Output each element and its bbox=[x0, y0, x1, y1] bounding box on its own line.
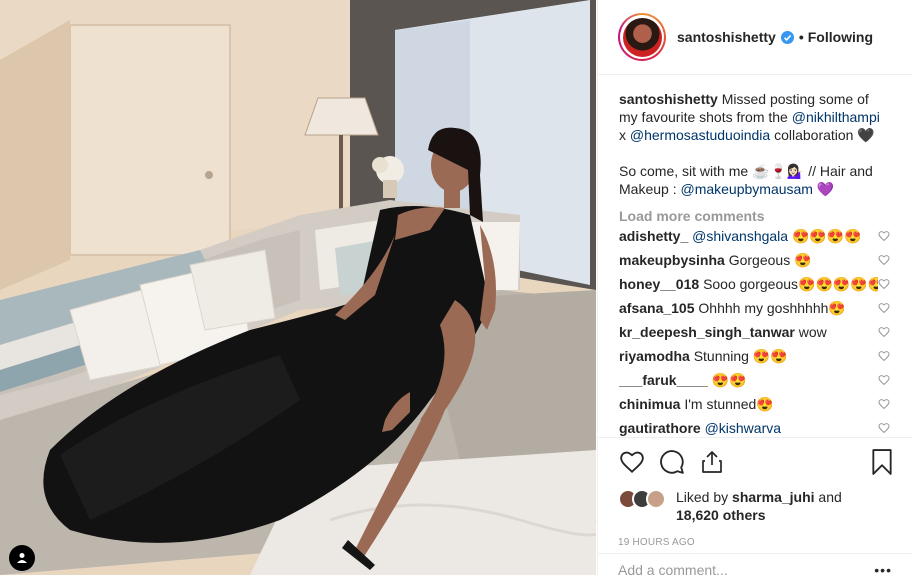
header-username[interactable]: santoshishetty bbox=[677, 29, 776, 45]
avatar bbox=[646, 489, 666, 509]
comment-item: makeupbysinha Gorgeous 😍 bbox=[619, 248, 890, 272]
comment-username[interactable]: ___faruk____ bbox=[619, 372, 708, 388]
comment-like-icon[interactable] bbox=[878, 422, 890, 434]
comment-username[interactable]: makeupbysinha bbox=[619, 252, 725, 268]
comment-text: Stunning 😍😍 bbox=[693, 347, 788, 364]
caption: santoshishetty Missed posting some of my… bbox=[619, 90, 890, 198]
comment-text: Sooo gorgeous😍😍😍😍😍😍 bbox=[703, 275, 878, 292]
comment-form: Add a comment... ••• bbox=[598, 553, 912, 575]
mention-link[interactable]: @hermosastuduoindia bbox=[630, 127, 770, 143]
comment-like-icon[interactable] bbox=[878, 374, 890, 386]
verified-badge-icon bbox=[780, 30, 794, 44]
comment-like-icon[interactable] bbox=[878, 230, 890, 242]
comment-text: I'm stunned😍 bbox=[684, 395, 774, 412]
comment-text: Ohhhh my goshhhhh😍 bbox=[698, 299, 846, 316]
post-photo[interactable] bbox=[0, 0, 596, 575]
comment-text: 😍😍 bbox=[711, 371, 747, 388]
action-bar bbox=[618, 448, 896, 476]
likes-count[interactable]: 18,620 others bbox=[676, 507, 766, 523]
post-image bbox=[0, 0, 596, 575]
heart-icon[interactable] bbox=[618, 448, 646, 476]
mention-link[interactable]: @makeupbymausam bbox=[680, 181, 813, 197]
following-button[interactable]: Following bbox=[808, 29, 873, 45]
comment-username[interactable]: chinimua bbox=[619, 396, 680, 412]
comments-list[interactable]: santoshishetty Missed posting some of my… bbox=[598, 76, 912, 437]
liked-by-user[interactable]: sharma_juhi bbox=[732, 489, 814, 505]
liker-avatars bbox=[618, 489, 668, 511]
caption-text: collaboration 🖤 bbox=[770, 127, 875, 143]
comment-item: riyamodha Stunning 😍😍 bbox=[619, 344, 890, 368]
avatar[interactable] bbox=[618, 13, 666, 61]
mention-link[interactable]: @kishwarva bbox=[705, 420, 781, 436]
comment-text: Gorgeous 😍 bbox=[728, 251, 812, 268]
comment-username[interactable]: riyamodha bbox=[619, 348, 690, 364]
comment-text: 😍😍😍😍 bbox=[788, 227, 862, 244]
liked-by-and: and bbox=[814, 489, 842, 505]
comment-username[interactable]: gautirathore bbox=[619, 420, 701, 436]
comment-item: ___faruk____ 😍😍 bbox=[619, 368, 890, 392]
comment-username[interactable]: afsana_105 bbox=[619, 300, 695, 316]
comment-text: wow bbox=[798, 324, 827, 340]
share-icon[interactable] bbox=[698, 448, 726, 476]
mention-link[interactable]: @shivanshgala bbox=[692, 228, 788, 244]
caption-text: 💜 bbox=[812, 181, 835, 197]
comment-bubble-icon[interactable] bbox=[658, 448, 686, 476]
comment-item: honey__018 Sooo gorgeous😍😍😍😍😍😍 bbox=[619, 272, 890, 296]
comment-username[interactable]: honey__018 bbox=[619, 276, 699, 292]
more-options-icon[interactable]: ••• bbox=[874, 562, 892, 575]
comment-username[interactable]: kr_deepesh_singh_tanwar bbox=[619, 324, 795, 340]
comment-like-icon[interactable] bbox=[878, 398, 890, 410]
comment-like-icon[interactable] bbox=[878, 350, 890, 362]
user-tag-icon[interactable] bbox=[9, 545, 35, 571]
separator-dot: • bbox=[798, 29, 804, 45]
likes-text: Liked by sharma_juhi and 18,620 others bbox=[676, 488, 842, 524]
comment-item: adishetty_ @shivanshgala 😍😍😍😍 bbox=[619, 224, 890, 248]
comment-like-icon[interactable] bbox=[878, 278, 890, 290]
post-timestamp[interactable]: 19 HOURS AGO bbox=[618, 537, 896, 548]
comment-item: afsana_105 Ohhhh my goshhhhh😍 bbox=[619, 296, 890, 320]
comment-like-icon[interactable] bbox=[878, 326, 890, 338]
liked-by-prefix: Liked by bbox=[676, 489, 733, 505]
load-more-comments-button[interactable]: Load more comments bbox=[619, 208, 890, 224]
comment-input[interactable]: Add a comment... bbox=[618, 562, 728, 575]
avatar-image bbox=[622, 17, 662, 57]
bookmark-icon[interactable] bbox=[868, 448, 896, 476]
post-actions: Liked by sharma_juhi and 18,620 others 1… bbox=[598, 437, 912, 548]
post-side-panel: santoshishetty • Following santoshishett… bbox=[597, 0, 912, 575]
comment-item: kr_deepesh_singh_tanwar wow bbox=[619, 320, 890, 344]
comment-item: gautirathore @kishwarva bbox=[619, 416, 890, 437]
caption-text: x bbox=[619, 127, 630, 143]
likes-summary: Liked by sharma_juhi and 18,620 others bbox=[618, 488, 896, 524]
post-header: santoshishetty • Following bbox=[598, 0, 912, 75]
comment-like-icon[interactable] bbox=[878, 302, 890, 314]
comment-username[interactable]: adishetty_ bbox=[619, 228, 688, 244]
caption-username[interactable]: santoshishetty bbox=[619, 91, 718, 107]
comment-item: chinimua I'm stunned😍 bbox=[619, 392, 890, 416]
mention-link[interactable]: @nikhilthampi bbox=[792, 109, 880, 125]
comment-like-icon[interactable] bbox=[878, 254, 890, 266]
